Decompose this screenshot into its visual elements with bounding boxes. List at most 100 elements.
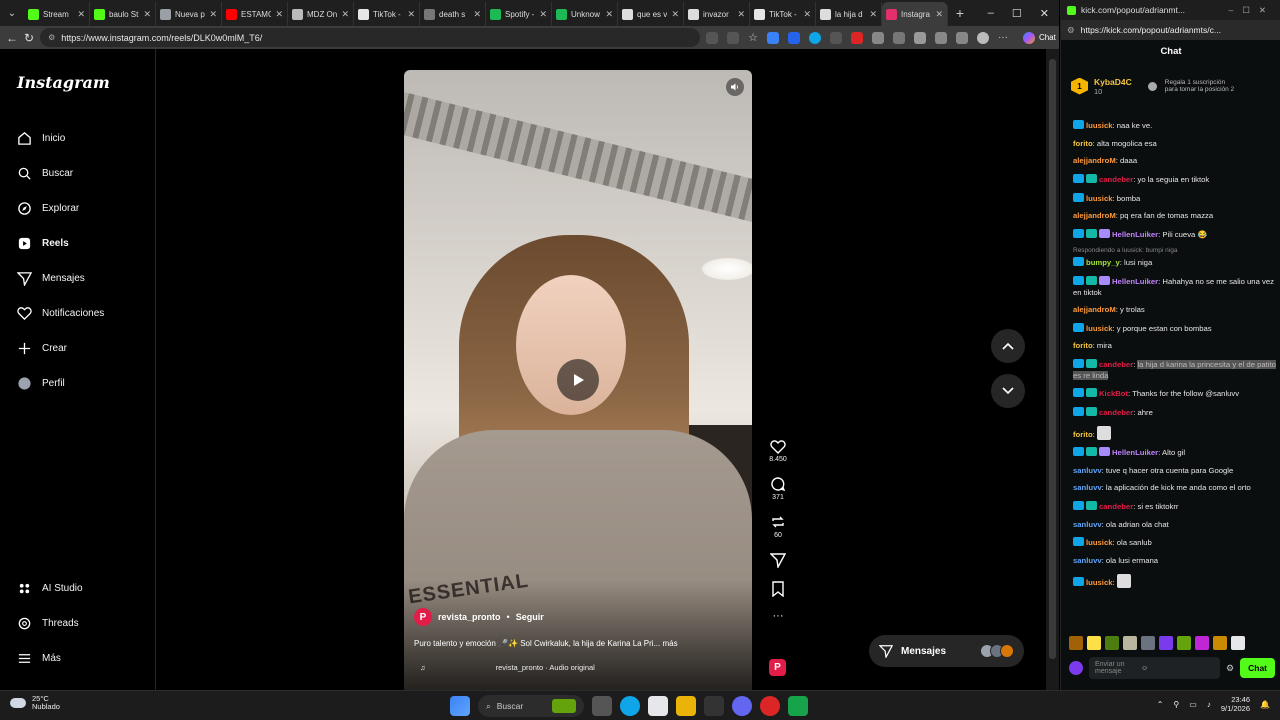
kick-address-bar[interactable]: ⚙ https://kick.com/popout/adrianmts/c... <box>1061 20 1280 40</box>
obs-icon[interactable] <box>788 696 808 716</box>
chat-username[interactable]: HellenLuiker <box>1112 448 1158 457</box>
reel-video[interactable]: ESSENTIAL P revista_pronto • Seguir Puro… <box>404 70 752 690</box>
audio-author-avatar[interactable]: P <box>769 659 786 676</box>
chat-message[interactable]: forito: alta mogolica esa <box>1073 139 1279 150</box>
copilot-chat-button[interactable]: Chat <box>1017 30 1062 46</box>
chat-message[interactable]: luusick: naa ke ve. <box>1073 120 1279 132</box>
chat-message[interactable]: sanluvv: ola lusi ermana <box>1073 556 1279 567</box>
emote[interactable] <box>1159 636 1173 650</box>
nav-item-buscar[interactable]: Buscar <box>17 156 147 191</box>
chat-message[interactable]: HellenLuiker: Alto gil <box>1073 447 1279 459</box>
back-icon[interactable]: ← <box>6 31 18 45</box>
chat-message[interactable]: forito: mira <box>1073 341 1279 352</box>
chat-message[interactable]: sanluvv: la aplicación de kick me anda c… <box>1073 483 1279 494</box>
chat-message[interactable]: candeber: ahre <box>1073 406 1279 419</box>
volume-icon[interactable]: ♪ <box>1207 700 1211 709</box>
app-icon[interactable] <box>704 696 724 716</box>
notifications-icon[interactable]: 🔔 <box>1260 700 1270 709</box>
gift-subscription-prompt[interactable]: Regala 1 suscripción para tomar la posic… <box>1165 79 1234 94</box>
instagram-logo[interactable]: Instagram <box>17 73 110 92</box>
chat-username[interactable]: candeber <box>1099 502 1133 511</box>
author-name[interactable]: revista_pronto <box>438 612 501 622</box>
chat-username[interactable]: luusick <box>1086 121 1113 130</box>
chat-username[interactable]: luusick <box>1086 538 1113 547</box>
more-options-action[interactable]: ··· <box>773 610 784 622</box>
microphone-icon[interactable] <box>1069 661 1083 675</box>
chat-username[interactable]: alejjandroM <box>1073 211 1116 220</box>
chrome-icon[interactable] <box>760 696 780 716</box>
favorites-icon[interactable] <box>934 31 947 44</box>
tab-close-icon[interactable]: ✕ <box>737 9 745 20</box>
repost-action[interactable]: 60 <box>770 514 786 539</box>
start-icon[interactable] <box>450 696 470 716</box>
nav-item-threads[interactable]: Threads <box>17 606 147 641</box>
browser-tab[interactable]: ESTAMO ✕ <box>222 2 288 26</box>
browser-tab[interactable]: TikTok - ✕ <box>750 2 816 26</box>
chat-username[interactable]: HellenLuiker <box>1112 230 1158 239</box>
site-info-icon[interactable]: ⚙ <box>48 33 55 42</box>
extension-icon[interactable] <box>727 31 740 44</box>
extension-icon[interactable] <box>766 31 779 44</box>
more-menu-icon[interactable]: ··· <box>998 32 1008 43</box>
url-field[interactable]: ⚙ https://www.instagram.com/reels/DLK0w0… <box>40 28 701 47</box>
extension-icon[interactable] <box>850 31 863 44</box>
browser-tab[interactable]: Spotify - ✕ <box>486 2 552 26</box>
chat-username[interactable]: sanluvv <box>1073 556 1102 565</box>
extensions-puzzle-icon[interactable] <box>892 31 905 44</box>
site-info-icon[interactable]: ⚙ <box>1067 25 1075 36</box>
edge-icon[interactable] <box>620 696 640 716</box>
chat-message[interactable]: candeber: yo la seguia en tiktok <box>1073 173 1279 186</box>
browser-tab[interactable]: baulo St ✕ <box>90 2 156 26</box>
chat-username[interactable]: candeber <box>1099 175 1133 184</box>
browser-tab[interactable]: que es v ✕ <box>618 2 684 26</box>
nav-item-ai-studio[interactable]: AI Studio <box>17 571 147 606</box>
display-icon[interactable]: ▭ <box>1189 700 1197 709</box>
browser-tab[interactable]: death s ✕ <box>420 2 486 26</box>
extension-icon[interactable] <box>787 31 800 44</box>
chat-username[interactable]: alejjandroM <box>1073 156 1116 165</box>
nav-item-m-s[interactable]: Más <box>17 641 147 676</box>
chat-message[interactable]: alejjandroM: y trolas <box>1073 305 1279 316</box>
chat-message[interactable]: candeber: la hija d karina la princesita… <box>1073 359 1279 381</box>
chat-username[interactable]: forito <box>1073 430 1093 439</box>
minimize-icon[interactable]: – <box>988 7 994 20</box>
chat-message[interactable]: forito: <box>1073 425 1279 441</box>
chat-username[interactable]: forito <box>1073 139 1093 148</box>
volume-icon[interactable] <box>726 78 744 96</box>
chat-username[interactable]: KickBot <box>1099 389 1128 398</box>
nav-item-reels[interactable]: Reels <box>17 226 147 261</box>
extension-icon[interactable] <box>808 31 821 44</box>
chat-username[interactable]: luusick <box>1086 324 1113 333</box>
emote[interactable] <box>1069 636 1083 650</box>
chat-username[interactable]: forito <box>1073 341 1093 350</box>
chat-message[interactable]: candeber: si es tiktokrr <box>1073 501 1279 513</box>
chat-username[interactable]: sanluvv <box>1073 520 1102 529</box>
bookmark-star-icon[interactable]: ☆ <box>748 31 758 44</box>
maximize-icon[interactable]: ☐ <box>1012 7 1022 20</box>
discord-icon[interactable] <box>732 696 752 716</box>
chat-message[interactable]: sanluvv: ola adrian ola chat <box>1073 520 1279 531</box>
play-button[interactable] <box>557 359 599 401</box>
weather-widget[interactable]: 25°C Nublado <box>10 694 60 712</box>
store-icon[interactable] <box>648 696 668 716</box>
chat-username[interactable]: candeber <box>1099 360 1133 369</box>
nav-item-explorar[interactable]: Explorar <box>17 191 147 226</box>
browser-tab[interactable]: Instagra ✕ <box>882 2 948 26</box>
save-action[interactable] <box>771 581 785 597</box>
tab-close-icon[interactable]: ✕ <box>209 9 217 20</box>
emote[interactable] <box>1213 636 1227 650</box>
chat-message[interactable]: sanluvv: tuve q hacer otra cuenta para G… <box>1073 466 1279 477</box>
tab-close-icon[interactable]: ✕ <box>869 9 877 20</box>
chat-message[interactable]: Respondiendo a luusick: bumpi niga bumpy_… <box>1073 247 1279 269</box>
emote[interactable] <box>1123 636 1137 650</box>
emote[interactable] <box>1141 636 1155 650</box>
reply-reference[interactable]: Respondiendo a luusick: bumpi niga <box>1073 247 1279 256</box>
emoji-icon[interactable]: ☺ <box>1141 665 1148 672</box>
tab-close-icon[interactable]: ✕ <box>77 9 85 20</box>
chat-input[interactable]: Enviar un mensaje ☺ <box>1089 657 1221 679</box>
close-icon[interactable]: ✕ <box>1040 7 1049 20</box>
top-gifter-name[interactable]: KybaD4C <box>1094 77 1132 87</box>
chat-message[interactable]: luusick: <box>1073 573 1279 589</box>
new-tab-button[interactable]: + <box>948 5 972 21</box>
reload-icon[interactable]: ↻ <box>24 31 34 45</box>
